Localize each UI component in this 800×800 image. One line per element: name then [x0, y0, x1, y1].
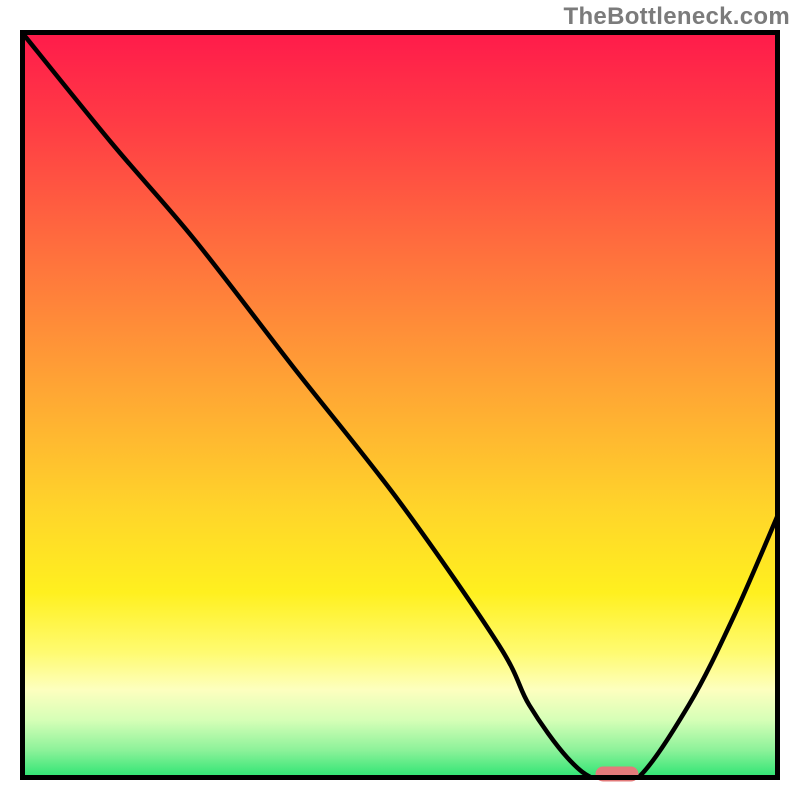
- watermark-text: TheBottleneck.com: [564, 3, 790, 31]
- optimal-marker: [595, 767, 638, 782]
- gradient-background: [20, 30, 780, 780]
- chart-stage: TheBottleneck.com: [0, 0, 800, 800]
